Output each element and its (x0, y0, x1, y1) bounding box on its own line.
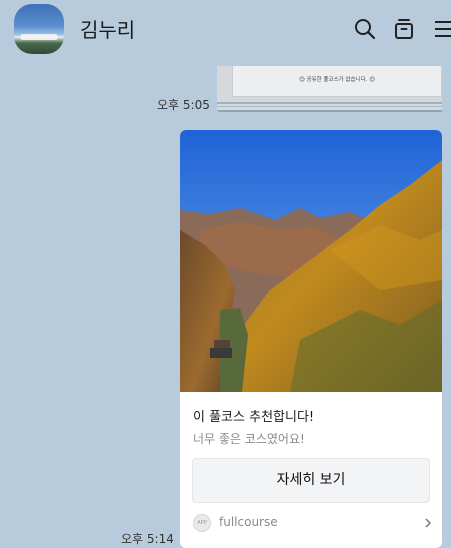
menu-icon[interactable] (433, 17, 451, 41)
shared-course-card[interactable]: 이 풀코스 추천합니다! 너무 좋은 코스였어요! 자세히 보기 APP ful… (180, 130, 442, 548)
view-details-button[interactable]: 자세히 보기 (192, 458, 430, 503)
search-icon[interactable] (353, 17, 377, 41)
course-photo[interactable] (180, 130, 442, 392)
image-stripe (217, 110, 442, 112)
app-icon: APP (193, 514, 211, 532)
chevron-right-icon (422, 517, 434, 529)
previous-image-text: 😊 공유한 풀코스가 없습니다. 😊 (299, 77, 375, 83)
previous-image-message[interactable]: 😊 공유한 풀코스가 없습니다. 😊 (217, 66, 442, 112)
card-subtitle: 너무 좋은 코스였어요! (193, 432, 305, 446)
app-name: fullcourse (219, 515, 278, 529)
avatar-cloud (20, 34, 58, 40)
message-time: 오후 5:05 (157, 98, 210, 112)
app-link[interactable]: APP fullcourse (193, 514, 433, 534)
previous-image-panel: 😊 공유한 풀코스가 없습니다. 😊 (232, 66, 442, 97)
box-icon[interactable] (392, 17, 416, 41)
avatar[interactable] (14, 4, 64, 54)
chat-partner-name[interactable]: 김누리 (80, 14, 135, 43)
chat-header: 김누리 (0, 0, 451, 58)
message-time: 오후 5:14 (121, 532, 174, 546)
card-title: 이 풀코스 추천합니다! (193, 410, 315, 425)
image-stripe (217, 102, 442, 104)
image-stripe (217, 106, 442, 107)
